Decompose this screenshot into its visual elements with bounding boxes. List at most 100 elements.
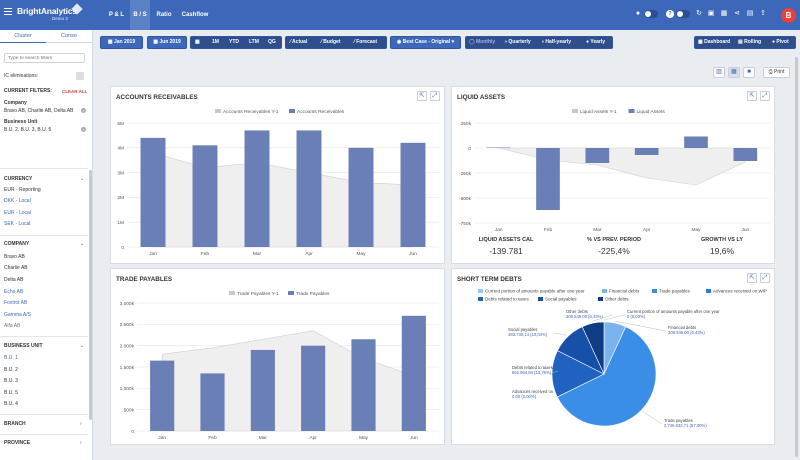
toggle-switch-2[interactable] bbox=[676, 10, 690, 18]
bar bbox=[301, 345, 326, 431]
layout-grid-icon[interactable]: ▦ bbox=[728, 67, 740, 78]
pivot-view-button[interactable]: ● Pivot bbox=[772, 39, 789, 45]
prev-year-area bbox=[498, 147, 746, 186]
bell-icon[interactable]: ● bbox=[634, 10, 642, 18]
period-qg[interactable]: QG bbox=[268, 39, 276, 45]
settings-icon[interactable]: ▣ bbox=[707, 10, 715, 18]
company-item[interactable]: Bravo AB bbox=[4, 254, 25, 260]
monthly-label: Monthly bbox=[476, 39, 496, 45]
dashboard-label: Dashboard bbox=[704, 39, 731, 45]
legend-swatch bbox=[652, 289, 657, 293]
bar bbox=[244, 130, 270, 247]
legend-label: Trade payables bbox=[659, 289, 691, 294]
currency-heading[interactable]: CURRENCY bbox=[4, 176, 32, 182]
help-icon[interactable]: ? bbox=[666, 10, 674, 18]
tab-bs[interactable]: B / S bbox=[130, 0, 150, 30]
business-unit-item[interactable]: B.U. 4 bbox=[4, 401, 18, 407]
business-unit-item[interactable]: B.U. 3 bbox=[4, 378, 18, 384]
divider bbox=[0, 414, 88, 415]
rolling-view-button[interactable]: ▤ Rolling bbox=[738, 39, 761, 45]
refresh-icon[interactable]: ↻ bbox=[695, 10, 703, 18]
legend-label-prev: Accounts Receivables Y-1 bbox=[223, 109, 279, 115]
branch-heading[interactable]: BRANCH bbox=[4, 421, 26, 427]
share-icon[interactable]: ⋖ bbox=[733, 10, 741, 18]
main-scrollbar[interactable] bbox=[795, 57, 798, 457]
calendar-icon[interactable]: ▦ bbox=[720, 10, 728, 18]
sidebar-tabs: Cluster Conso bbox=[0, 30, 93, 43]
business-unit-item[interactable]: B.U. 2 bbox=[4, 367, 18, 373]
legend-swatch-prev bbox=[215, 109, 221, 113]
company-item[interactable]: Foxtrot AB bbox=[4, 300, 27, 306]
province-heading[interactable]: PROVINCE bbox=[4, 440, 30, 446]
ic-eliminations-checkbox[interactable] bbox=[76, 72, 84, 80]
menu-icon[interactable] bbox=[4, 8, 12, 15]
y-tick-label: 2.500k bbox=[120, 322, 135, 328]
tab-cashflow[interactable]: Cashflow bbox=[180, 0, 210, 30]
layout-video-icon[interactable]: ■ bbox=[743, 67, 755, 78]
halfyearly-radio[interactable]: ◑ Half-yearly bbox=[541, 39, 571, 45]
chevron-down-icon[interactable]: ⌄ bbox=[80, 343, 84, 349]
tab-conso[interactable]: Conso bbox=[46, 30, 92, 43]
from-date-button[interactable]: ▦ Jan 2019 bbox=[100, 36, 143, 49]
legend-label-cur: Liquid Assets bbox=[637, 109, 666, 115]
remove-filter-icon[interactable]: × bbox=[81, 108, 86, 113]
tab-cluster[interactable]: Cluster bbox=[0, 30, 46, 43]
forecast-toggle[interactable]: ⁄ Forecast bbox=[354, 39, 377, 45]
period-1m[interactable]: 1M bbox=[212, 39, 219, 45]
bar bbox=[250, 349, 275, 431]
to-date-button[interactable]: ▦ Jun 2019 bbox=[147, 36, 187, 49]
grid-icon[interactable]: ▤ bbox=[746, 10, 754, 18]
currency-item[interactable]: EUR - Reporting bbox=[4, 187, 41, 193]
monthly-radio[interactable]: ◯ Monthly bbox=[469, 39, 495, 45]
period-ltm[interactable]: LTM bbox=[249, 39, 259, 45]
avatar[interactable]: B bbox=[781, 8, 796, 23]
liquid-assets-card: LIQUID ASSETS ⇱ ⤢ -750k -500k -250k 0 250k Ja… bbox=[451, 86, 775, 264]
calendar-icon[interactable]: ▦ bbox=[195, 39, 200, 45]
tab-ratio[interactable]: Ratio bbox=[153, 0, 175, 30]
layout-single-icon[interactable]: ▥ bbox=[713, 67, 725, 78]
rolling-label: Rolling bbox=[744, 39, 762, 45]
company-item[interactable]: Delta AB bbox=[4, 277, 23, 283]
chevron-right-icon[interactable]: › bbox=[80, 440, 82, 446]
business-unit-item[interactable]: B.U. 5 bbox=[4, 390, 18, 396]
period-ytd[interactable]: YTD bbox=[229, 39, 239, 45]
scenario-select[interactable]: ◉ Best Case - Original ▾ bbox=[390, 36, 461, 49]
tab-pl[interactable]: P & L bbox=[103, 0, 130, 30]
y-tick-label: 0 bbox=[121, 245, 124, 251]
x-tick-label: Jan bbox=[149, 251, 157, 257]
chevron-right-icon[interactable]: › bbox=[80, 421, 82, 427]
chevron-down-icon[interactable]: ⌄ bbox=[80, 241, 84, 247]
currency-item[interactable]: EUR - Local bbox=[4, 210, 31, 216]
dashboard-view-button[interactable]: ▦ Dashboard bbox=[698, 39, 730, 45]
y-tick-label: 5M bbox=[117, 121, 124, 127]
company-name: Demo 3 bbox=[52, 16, 68, 21]
legend-swatch-prev bbox=[572, 109, 578, 113]
legend-swatch-prev bbox=[229, 291, 235, 295]
quarterly-radio[interactable]: ◑ Quarterly bbox=[504, 39, 531, 45]
company-item[interactable]: Charlie AB bbox=[4, 265, 28, 271]
filter-search-input[interactable] bbox=[4, 53, 85, 63]
filter-company-label: Company bbox=[4, 100, 27, 106]
chevron-down-icon[interactable]: ⌄ bbox=[80, 176, 84, 182]
kpi-value: 19,6% bbox=[709, 246, 735, 256]
company-item[interactable]: Echo AB bbox=[4, 289, 23, 295]
yearly-radio[interactable]: ● Yearly bbox=[586, 39, 605, 45]
toggle-switch-1[interactable] bbox=[644, 10, 658, 18]
budget-toggle[interactable]: ⁄ Budget bbox=[321, 39, 340, 45]
currency-item[interactable]: DKK - Local bbox=[4, 198, 31, 204]
ic-eliminations-label: IC eliminations: bbox=[4, 73, 39, 79]
x-tick-label: Jun bbox=[409, 251, 417, 257]
currency-item[interactable]: SEK - Local bbox=[4, 221, 30, 227]
clear-all-link[interactable]: CLEAR ALL bbox=[62, 89, 87, 94]
company-item[interactable]: Alfa AB bbox=[4, 323, 20, 329]
business-unit-item[interactable]: B.U. 1 bbox=[4, 355, 18, 361]
remove-filter-icon[interactable]: × bbox=[81, 127, 86, 132]
export-icon[interactable]: ⇪ bbox=[759, 10, 767, 18]
legend-label-cur: Accounts Receivables bbox=[297, 109, 345, 115]
company-heading[interactable]: COMPANY bbox=[4, 241, 29, 247]
sidebar-scrollbar[interactable] bbox=[89, 170, 92, 420]
company-item[interactable]: Gamma A/S bbox=[4, 312, 31, 318]
business-unit-heading[interactable]: BUSINESS UNIT bbox=[4, 343, 43, 349]
actual-toggle[interactable]: ⁄ Actual bbox=[290, 39, 307, 45]
print-button[interactable]: ⎙ Print bbox=[763, 67, 790, 78]
